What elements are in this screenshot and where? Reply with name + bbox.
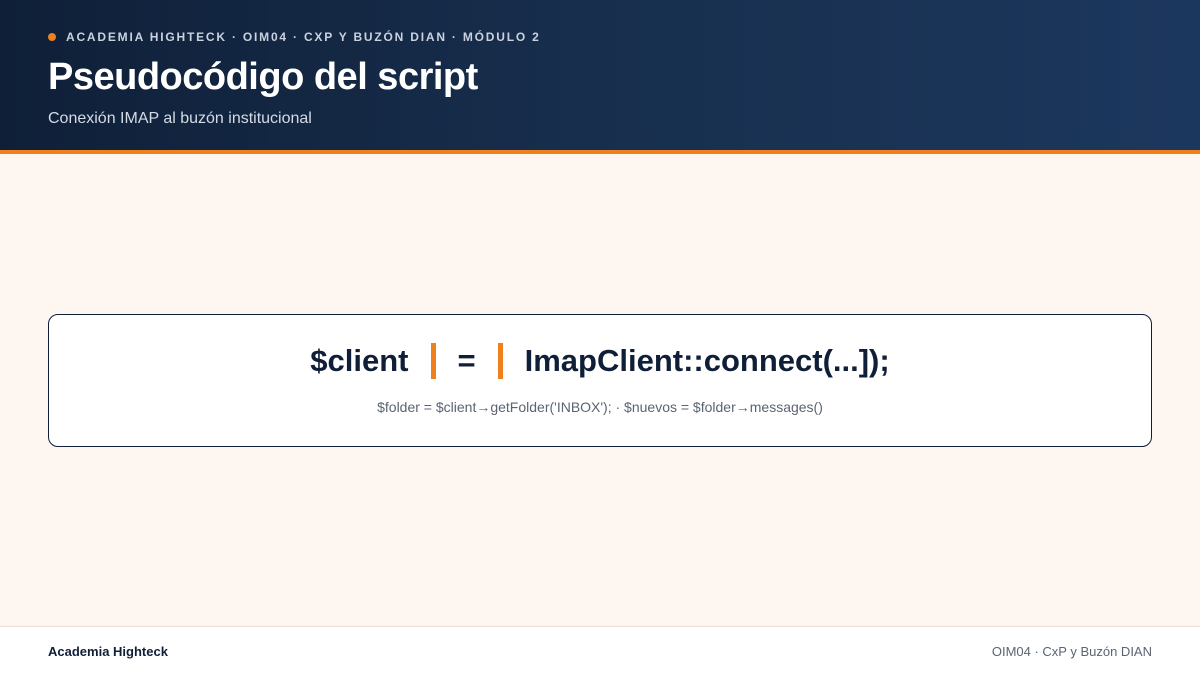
footer: Academia Highteck OIM04 · CxP y Buzón DI… xyxy=(0,626,1200,675)
code-main-line: $client = ImapClient::connect(...]); xyxy=(49,343,1151,379)
separator-bar-icon xyxy=(430,343,436,379)
code-operator: = xyxy=(457,343,476,378)
header-banner: ACADEMIA HIGHTECK · OIM04 · CXP Y BUZÓN … xyxy=(0,0,1200,154)
code-variable: $client xyxy=(310,343,409,378)
accent-dot-icon xyxy=(48,33,56,41)
code-card: $client = ImapClient::connect(...]); $fo… xyxy=(48,314,1152,447)
slide: ACADEMIA HIGHTECK · OIM04 · CXP Y BUZÓN … xyxy=(0,0,1200,675)
page-title: Pseudocódigo del script xyxy=(48,56,478,98)
code-call: ImapClient::connect(...]); xyxy=(524,343,890,378)
footer-course: OIM04 · CxP y Buzón DIAN xyxy=(991,644,1152,659)
kicker: ACADEMIA HIGHTECK · OIM04 · CXP Y BUZÓN … xyxy=(48,30,541,44)
page-subtitle: Conexión IMAP al buzón institucional xyxy=(48,110,312,127)
kicker-text: ACADEMIA HIGHTECK · OIM04 · CXP Y BUZÓN … xyxy=(66,30,541,44)
separator-bar-icon xyxy=(497,343,503,379)
code-detail-line: $folder = $client→getFolder('INBOX'); · … xyxy=(377,399,823,415)
footer-brand: Academia Highteck xyxy=(48,644,168,659)
